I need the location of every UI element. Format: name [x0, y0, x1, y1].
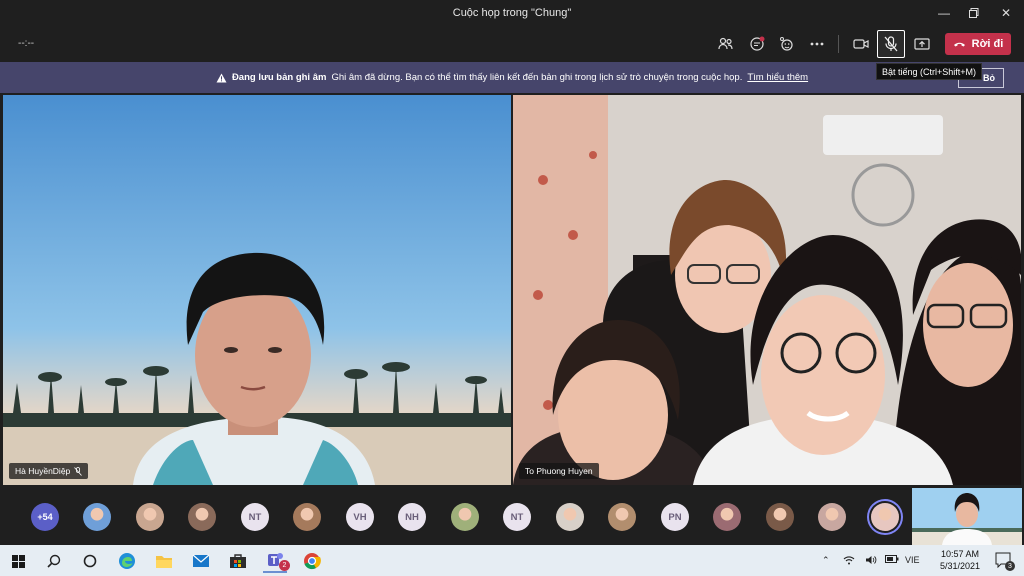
reactions-button[interactable]	[773, 30, 801, 58]
speaker-icon[interactable]	[865, 555, 877, 567]
mail-icon	[192, 554, 210, 567]
meeting-toolbar: --:-- Rời đi	[0, 26, 1024, 62]
more-participants-button[interactable]: +54	[31, 503, 59, 531]
participant-avatar[interactable]	[83, 503, 111, 531]
mute-button[interactable]	[877, 30, 905, 58]
participant-strip: +54 NT VH NH NT PN	[0, 487, 1024, 545]
windows-start-button[interactable]	[6, 549, 30, 573]
chrome-icon	[304, 553, 321, 570]
participant-avatar[interactable]: NH	[398, 503, 426, 531]
teams-notification-badge: 2	[279, 560, 290, 571]
clock-time: 10:57 AM	[940, 549, 980, 559]
participant-name-tag: Hà HuyềnDiệp	[9, 463, 89, 479]
folder-icon	[156, 555, 172, 568]
more-actions-button[interactable]	[803, 30, 831, 58]
search-icon	[47, 554, 61, 568]
participant-name: Hà HuyềnDiệp	[15, 466, 71, 476]
tray-overflow-icon[interactable]: ⌃	[822, 555, 830, 566]
participant-avatar[interactable]: NT	[241, 503, 269, 531]
participant-name-tag: To Phuong Huyen	[519, 463, 599, 479]
taskbar-chrome[interactable]	[300, 549, 324, 573]
participant-avatar[interactable]	[766, 503, 794, 531]
participant-avatar[interactable]	[608, 503, 636, 531]
wifi-icon[interactable]	[843, 555, 855, 567]
participant-avatar[interactable]	[818, 503, 846, 531]
taskbar-store[interactable]	[226, 549, 250, 573]
store-icon	[230, 554, 246, 568]
people-icon	[718, 37, 733, 50]
participant-avatar[interactable]: VH	[346, 503, 374, 531]
recording-banner: Đang lưu bản ghi âm Ghi âm đã dừng. Bạn …	[0, 62, 1024, 93]
participant-video-beach	[3, 95, 511, 485]
self-view-video[interactable]	[912, 488, 1022, 545]
camera-button[interactable]	[847, 30, 875, 58]
system-clock[interactable]: 10:57 AM 5/31/2021	[935, 548, 985, 572]
participant-avatar[interactable]	[136, 503, 164, 531]
banner-heading: Đang lưu bản ghi âm	[231, 72, 327, 83]
learn-more-link[interactable]: Tìm hiểu thêm	[747, 72, 808, 83]
participant-avatar[interactable]	[188, 503, 216, 531]
participant-avatar[interactable]	[713, 503, 741, 531]
leave-label: Rời đi	[971, 38, 1004, 50]
taskbar-file-explorer[interactable]	[152, 549, 176, 573]
participant-avatar[interactable]: PN	[661, 503, 689, 531]
window-title: Cuộc họp trong "Chung"	[452, 7, 572, 19]
more-icon	[810, 42, 824, 46]
self-view-image	[912, 488, 1022, 545]
clock-date: 5/31/2021	[939, 561, 981, 571]
minimize-icon[interactable]: —	[930, 0, 958, 26]
mic-off-icon	[74, 466, 83, 476]
taskbar-edge[interactable]	[115, 549, 139, 573]
toolbar-divider	[838, 35, 839, 53]
battery-icon[interactable]	[885, 555, 899, 565]
participant-avatar[interactable]	[293, 503, 321, 531]
participant-avatar[interactable]: NT	[503, 503, 531, 531]
participant-avatar[interactable]	[871, 503, 899, 531]
share-button[interactable]	[908, 30, 936, 58]
share-screen-icon	[914, 37, 930, 50]
chat-button[interactable]	[743, 30, 771, 58]
cortana-button[interactable]	[78, 549, 102, 573]
mute-tooltip: Bật tiếng (Ctrl+Shift+M)	[876, 63, 983, 80]
cortana-icon	[83, 554, 97, 568]
participants-button[interactable]	[712, 30, 740, 58]
close-icon[interactable]: ✕	[992, 0, 1020, 26]
notification-count-badge: 3	[1005, 561, 1015, 571]
video-tile-left[interactable]: Hà HuyềnDiệp	[3, 95, 511, 485]
edge-icon	[119, 553, 135, 569]
language-indicator[interactable]: VIE	[905, 555, 920, 565]
leave-button[interactable]: Rời đi	[945, 33, 1011, 55]
participant-name: To Phuong Huyen	[525, 466, 593, 476]
windows-logo-icon	[11, 554, 25, 568]
taskbar-search-button[interactable]	[42, 549, 66, 573]
participant-avatar[interactable]	[451, 503, 479, 531]
camera-icon	[853, 39, 869, 49]
participant-video-group	[513, 95, 1021, 485]
maximize-icon[interactable]	[960, 0, 988, 26]
windows-taskbar: 2 ⌃ VIE 10:57 AM 5/31/2021 3	[0, 545, 1024, 576]
taskbar-teams[interactable]: 2	[263, 549, 290, 573]
mic-off-icon	[884, 36, 898, 52]
video-tile-right[interactable]: To Phuong Huyen	[513, 95, 1021, 485]
title-bar: Cuộc họp trong "Chung" — ✕	[0, 0, 1024, 26]
hang-up-icon	[953, 42, 965, 47]
banner-message: Ghi âm đã dừng. Bạn có thể tìm thấy liên…	[331, 72, 743, 83]
chat-icon	[750, 36, 765, 51]
raise-hand-icon	[780, 37, 793, 51]
taskbar-mail[interactable]	[189, 549, 213, 573]
teams-meeting-window: Cuộc họp trong "Chung" — ✕ --:-- Rời đi …	[0, 0, 1024, 576]
warning-icon	[216, 73, 227, 82]
participant-avatar[interactable]	[556, 503, 584, 531]
meeting-timer: --:--	[18, 38, 35, 49]
